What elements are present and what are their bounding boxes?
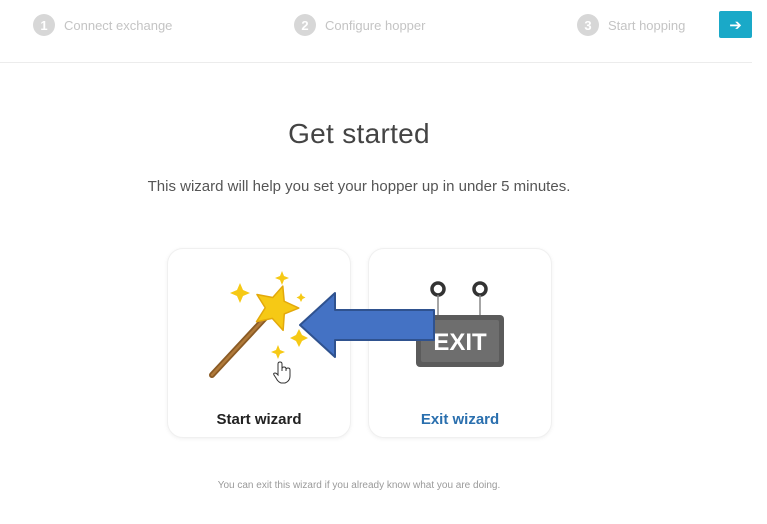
exit-sign-text: EXIT [433, 329, 487, 356]
page-subtitle: This wizard will help you set your hoppe… [147, 178, 571, 195]
page-title: Get started [288, 118, 430, 149]
step-number: 3 [577, 14, 599, 36]
header-divider [0, 62, 752, 63]
step-number: 2 [294, 14, 316, 36]
step-number: 1 [33, 14, 55, 36]
step-label: Configure hopper [325, 17, 426, 33]
step-configure-hopper: 2 Configure hopper [294, 12, 425, 38]
exit-wizard-label: Exit wizard [420, 411, 500, 428]
step-connect-exchange: 1 Connect exchange [33, 12, 172, 38]
annotation-arrow-icon [299, 292, 435, 358]
step-label: Start hopping [608, 17, 686, 33]
step-label: Connect exchange [64, 17, 173, 33]
step-start-hopping: 3 Start hopping [577, 12, 685, 38]
start-wizard-label: Start wizard [216, 411, 302, 428]
arrow-right-icon: ➔ [729, 16, 742, 34]
wizard-stepper: 1 Connect exchange 2 Configure hopper 3 … [0, 0, 767, 62]
footnote-text: You can exit this wizard if you already … [217, 480, 501, 491]
next-step-button[interactable]: ➔ [719, 11, 752, 38]
